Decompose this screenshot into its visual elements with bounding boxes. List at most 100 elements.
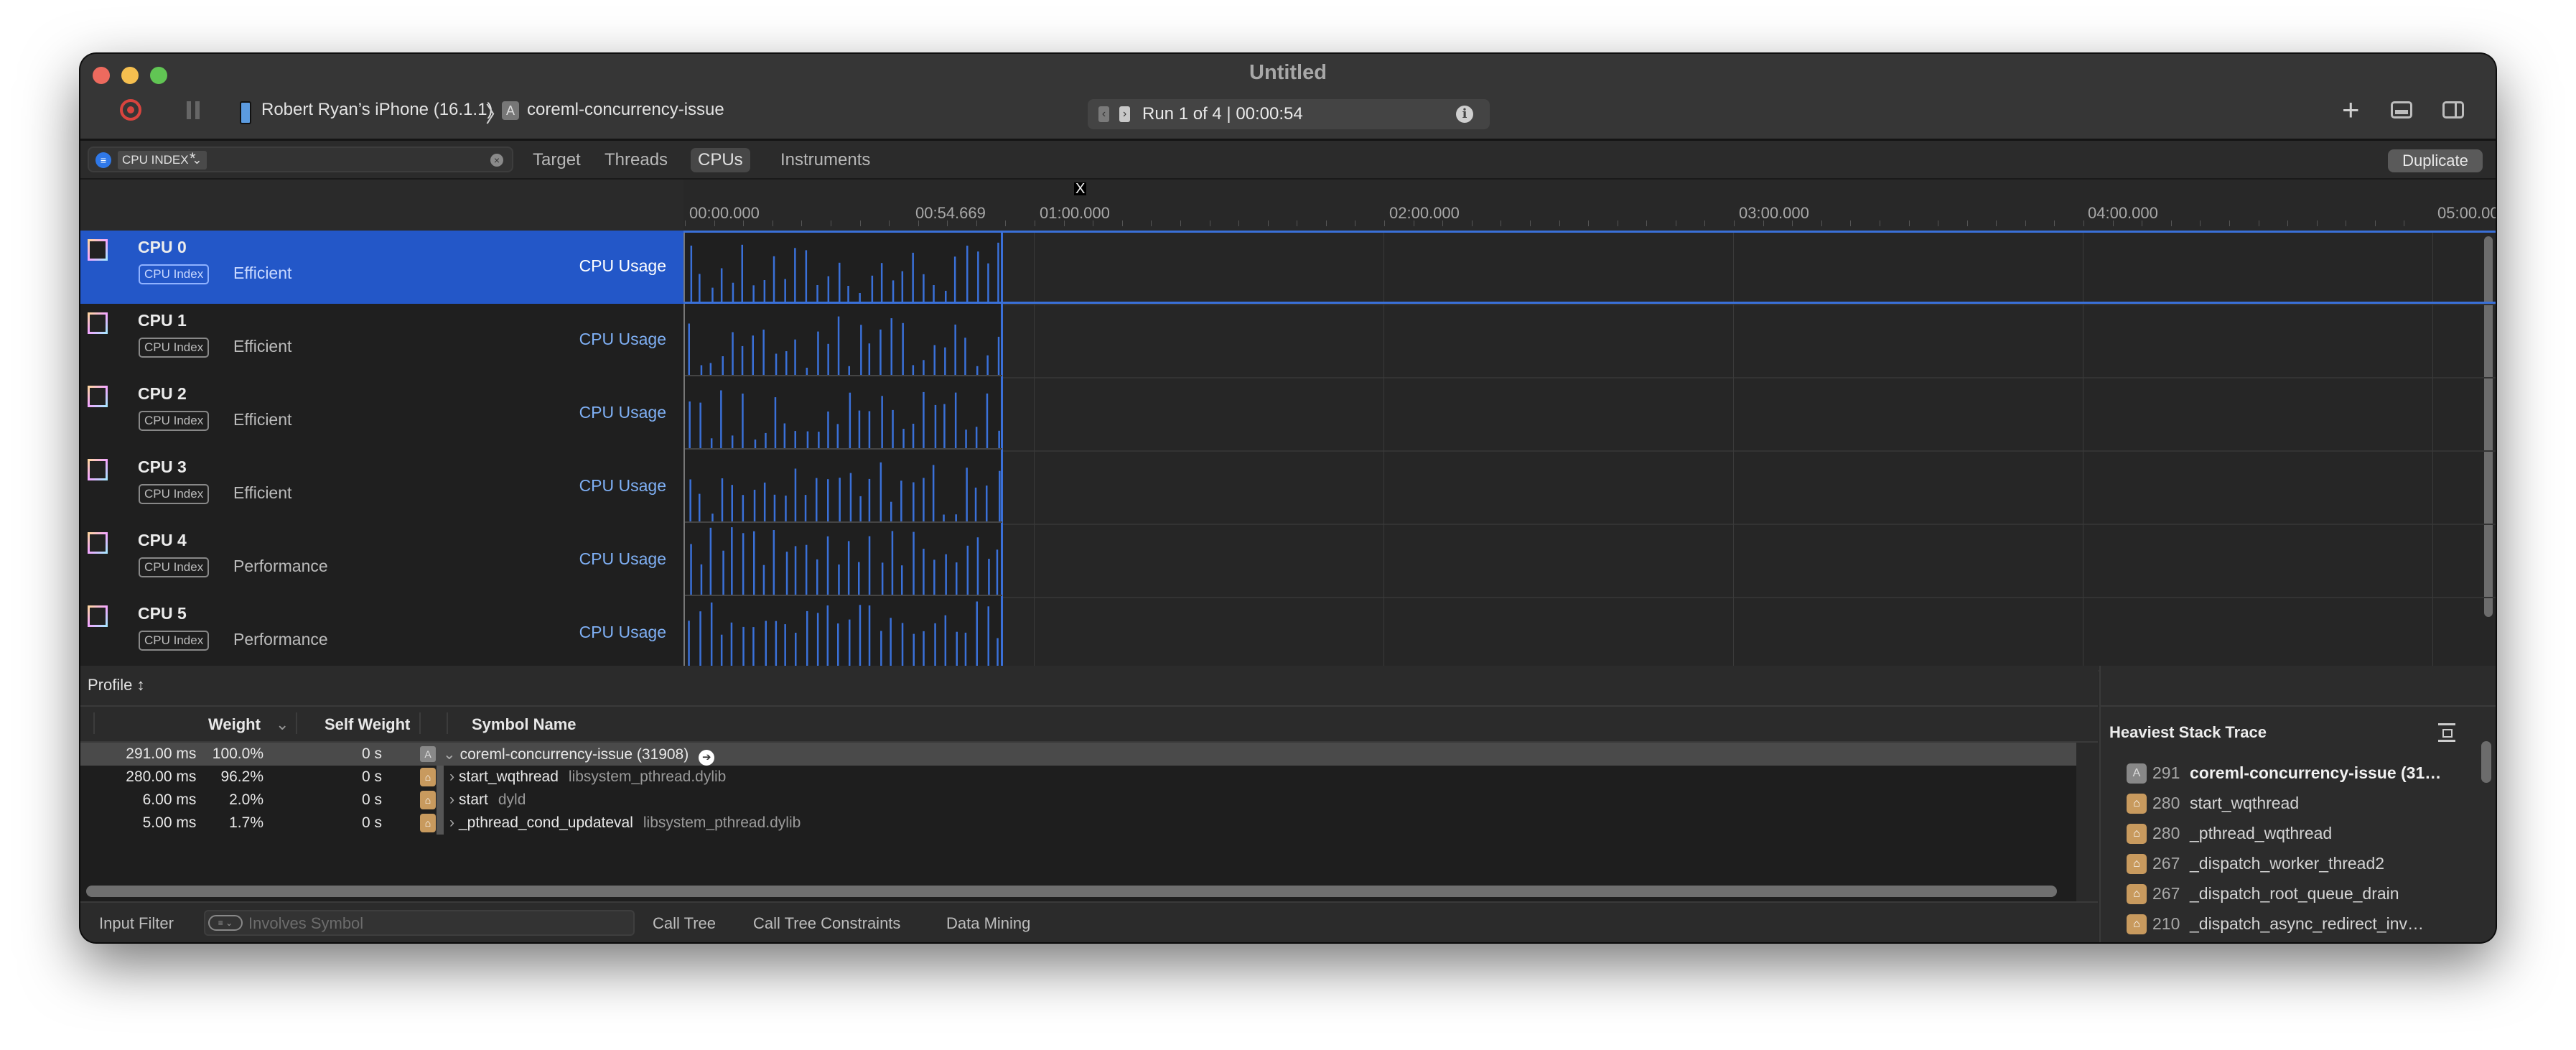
- target-selector[interactable]: coreml-concurrency-issue: [527, 100, 724, 120]
- detail-filter-bar: Input Filter ≡ ⌄ Involves Symbol Call Tr…: [80, 901, 2098, 942]
- usage-spike: [742, 533, 745, 595]
- call-tree-row[interactable]: 291.00 ms 100.0% 0 s A ⌄ coreml-concurren…: [80, 743, 2076, 766]
- call-tree-row[interactable]: 6.00 ms 2.0% 0 s ⌂ › start dyld: [80, 789, 2076, 812]
- call-tree-constraints-button[interactable]: Call Tree Constraints: [753, 914, 900, 933]
- filter-value[interactable]: *: [190, 149, 196, 168]
- usage-spike: [731, 485, 733, 522]
- usage-spike: [966, 468, 968, 522]
- symbol-name-column-header[interactable]: Symbol Name: [472, 715, 577, 734]
- detail-view-selector[interactable]: Profile ↕: [88, 676, 144, 694]
- usage-spike: [849, 392, 851, 449]
- cpu-core-type: Efficient: [233, 483, 292, 502]
- cpu-usage-graph[interactable]: [683, 304, 2481, 377]
- track-checkbox[interactable]: [88, 312, 108, 334]
- usage-spike: [827, 343, 829, 376]
- track-checkbox[interactable]: [88, 532, 108, 554]
- duplicate-button[interactable]: Duplicate: [2388, 149, 2483, 172]
- ruler-tick: [2316, 220, 2318, 226]
- cpu-usage-graph[interactable]: [683, 231, 2481, 304]
- next-run-button[interactable]: ›: [1119, 106, 1130, 122]
- track-header[interactable]: CPU 0 CPU Index Efficient CPU Usage: [80, 231, 683, 304]
- data-mining-button[interactable]: Data Mining: [946, 914, 1030, 933]
- add-instrument-button[interactable]: +: [2342, 95, 2360, 125]
- usage-spike: [945, 554, 947, 595]
- graph-type-label[interactable]: CPU Usage: [579, 403, 666, 422]
- usage-spike: [742, 626, 745, 669]
- self-weight-column-header[interactable]: Self Weight: [325, 715, 410, 734]
- track-checkbox[interactable]: [88, 239, 108, 261]
- ruler-tick: [976, 220, 977, 226]
- cpu-track[interactable]: CPU 3 CPU Index Efficient CPU Usage: [80, 450, 2496, 525]
- cpu-track[interactable]: CPU 2 CPU Index Efficient CPU Usage: [80, 377, 2496, 452]
- usage-spikes: [685, 450, 2433, 524]
- cpu-index-badge: CPU Index: [139, 338, 210, 358]
- graph-type-label[interactable]: CPU Usage: [579, 549, 666, 569]
- disclosure-chevron-icon[interactable]: ›: [449, 814, 454, 831]
- app-icon: A: [420, 746, 436, 762]
- filter-icon[interactable]: ≡: [95, 152, 111, 168]
- usage-spike: [732, 282, 734, 302]
- call-tree-row[interactable]: 5.00 ms 1.7% 0 s ⌂ › _pthread_cond_update…: [80, 812, 2076, 835]
- graph-type-label[interactable]: CPU Usage: [579, 623, 666, 642]
- tab-instruments[interactable]: Instruments: [773, 148, 877, 172]
- cpu-name: CPU 2: [138, 384, 187, 403]
- clear-filter-icon[interactable]: ×: [490, 154, 503, 167]
- time-label: 00:00.000: [689, 204, 760, 222]
- graph-baseline: [685, 375, 1002, 376]
- cpu-track[interactable]: CPU 1 CPU Index Efficient CPU Usage: [80, 304, 2496, 378]
- pause-button[interactable]: [187, 101, 200, 119]
- usage-spike: [868, 343, 871, 376]
- info-icon[interactable]: i: [1456, 106, 1473, 123]
- tab-threads[interactable]: Threads: [597, 148, 675, 172]
- call-tree-horizontal-scrollbar[interactable]: [86, 886, 2057, 897]
- time-label: 02:00.000: [1389, 204, 1460, 222]
- usage-spike: [956, 562, 958, 595]
- usage-spike: [720, 634, 723, 669]
- toggle-inspector-icon[interactable]: [2442, 101, 2464, 119]
- tab-target[interactable]: Target: [526, 148, 588, 172]
- compress-stack-icon[interactable]: [2438, 723, 2455, 742]
- usage-spike: [923, 478, 925, 522]
- graph-type-label[interactable]: CPU Usage: [579, 476, 666, 496]
- usage-spike: [785, 496, 787, 522]
- previous-run-button[interactable]: ‹: [1098, 106, 1109, 122]
- disclosure-chevron-icon[interactable]: ›: [449, 768, 454, 785]
- stack-vertical-scrollbar[interactable]: [2481, 741, 2491, 783]
- cpu-track[interactable]: CPU 4 CPU Index Performance CPU Usage: [80, 524, 2496, 598]
- track-header[interactable]: CPU 2 CPU Index Efficient CPU Usage: [80, 377, 683, 450]
- track-checkbox[interactable]: [88, 605, 108, 627]
- tab-cpus[interactable]: CPUs: [691, 148, 750, 172]
- track-filter-field[interactable]: ≡ CPU INDEX ⌄ * ×: [88, 147, 513, 172]
- graph-type-label[interactable]: CPU Usage: [579, 330, 666, 349]
- filter-options-icon[interactable]: ≡ ⌄: [208, 915, 243, 931]
- cpu-usage-graph[interactable]: [683, 524, 2481, 597]
- track-header[interactable]: CPU 4 CPU Index Performance CPU Usage: [80, 524, 683, 597]
- tree-indent-bar: [437, 766, 444, 789]
- track-checkbox[interactable]: [88, 459, 108, 480]
- involves-symbol-input[interactable]: ≡ ⌄ Involves Symbol: [204, 910, 635, 936]
- weight-column-header[interactable]: Weight: [208, 715, 261, 734]
- cpu-usage-graph[interactable]: [683, 597, 2481, 670]
- usage-spike: [783, 423, 786, 449]
- record-button[interactable]: [120, 99, 141, 121]
- graph-type-label[interactable]: CPU Usage: [579, 256, 666, 276]
- cpu-usage-graph[interactable]: [683, 377, 2481, 450]
- inspection-head-icon[interactable]: X: [1074, 182, 1087, 196]
- track-checkbox[interactable]: [88, 386, 108, 407]
- track-header[interactable]: CPU 5 CPU Index Performance CPU Usage: [80, 597, 683, 670]
- device-selector[interactable]: Robert Ryan’s iPhone (16.1.1): [261, 100, 493, 120]
- arrow-right-circle-icon[interactable]: ➔: [699, 750, 715, 766]
- ruler-tick: [889, 220, 890, 226]
- timeline-ruler[interactable]: X 00:00.000 00:54.669 01:00.000 02:00.00…: [683, 180, 2496, 231]
- call-tree-button[interactable]: Call Tree: [653, 914, 716, 933]
- call-tree-row[interactable]: 280.00 ms 96.2% 0 s ⌂ › start_wqthread lib…: [80, 766, 2076, 789]
- track-header[interactable]: CPU 3 CPU Index Efficient CPU Usage: [80, 450, 683, 524]
- cpu-usage-graph[interactable]: [683, 450, 2481, 524]
- disclosure-chevron-icon[interactable]: ⌄: [443, 746, 456, 763]
- track-header[interactable]: CPU 1 CPU Index Efficient CPU Usage: [80, 304, 683, 377]
- usage-spike: [721, 478, 724, 522]
- disclosure-chevron-icon[interactable]: ›: [449, 791, 454, 808]
- cpu-track[interactable]: CPU 5 CPU Index Performance CPU Usage: [80, 597, 2496, 672]
- cpu-track[interactable]: CPU 0 CPU Index Efficient CPU Usage: [80, 231, 2496, 305]
- toggle-detail-panel-icon[interactable]: [2391, 101, 2412, 119]
